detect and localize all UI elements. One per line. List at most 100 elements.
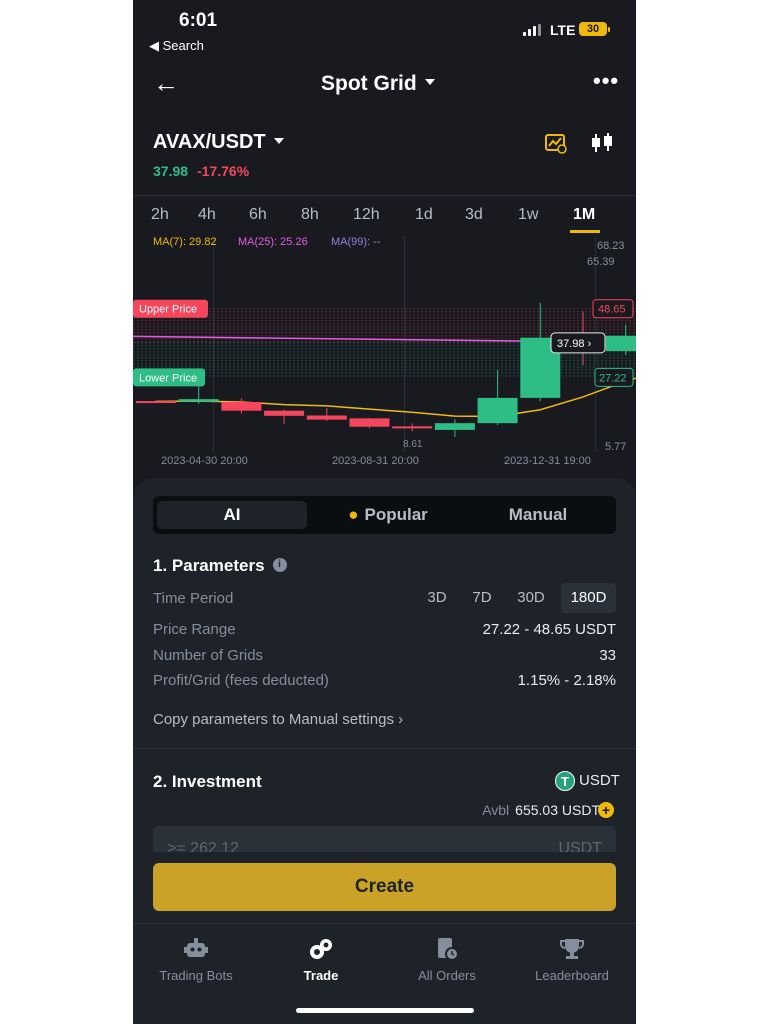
candle-body	[136, 401, 176, 404]
nav-leaderboard[interactable]: Leaderboard	[517, 936, 627, 983]
create-button[interactable]: Create	[153, 863, 616, 911]
x-tick-label: 2023-08-31 20:00	[332, 455, 419, 467]
tab-ai[interactable]: AI	[157, 501, 307, 529]
lower-price-label: Lower Price	[139, 372, 197, 384]
tab-1w[interactable]: 1w	[518, 206, 538, 224]
nav-trading-bots[interactable]: Trading Bots	[141, 936, 251, 983]
axis-high-label: 68.23	[597, 240, 625, 252]
price-change: -17.76%	[197, 163, 250, 179]
candle-body	[221, 402, 262, 411]
tab-8h[interactable]: 8h	[301, 206, 319, 224]
home-indicator	[296, 1008, 474, 1013]
investment-input[interactable]: >= 262.12 USDT	[153, 826, 616, 852]
price-range-value: 27.22 - 48.65 USDT	[482, 621, 616, 638]
low-marker-label: 8.61	[403, 439, 423, 450]
avbl-label: Avbl	[482, 802, 510, 818]
x-tick-label: 2023-04-30 20:00	[161, 455, 248, 467]
tab-12h[interactable]: 12h	[353, 206, 380, 224]
page-title-dropdown[interactable]: Spot Grid	[321, 72, 435, 96]
tether-icon: T	[555, 771, 575, 791]
battery-icon: 30	[579, 22, 607, 36]
last-price: 37.98	[153, 163, 189, 179]
tab-popular[interactable]: ● Popular	[313, 501, 463, 529]
period-30d[interactable]: 30D	[509, 583, 553, 613]
tab-6h[interactable]: 6h	[249, 206, 267, 224]
period-180d[interactable]: 180D	[561, 583, 616, 613]
current-price-value: 37.98 ›	[557, 338, 592, 350]
candle-body	[392, 426, 433, 429]
investment-placeholder: >= 262.12	[167, 840, 240, 852]
back-arrow-icon[interactable]: ←	[153, 68, 179, 99]
tab-manual[interactable]: Manual	[463, 501, 613, 529]
page-title: Spot Grid	[321, 72, 417, 95]
axis-low-label: 5.77	[605, 441, 626, 453]
nav-trade-label: Trade	[303, 968, 339, 983]
tab-popular-label: Popular	[364, 505, 428, 524]
pair-symbol: AVAX/USDT	[153, 131, 266, 153]
more-icon[interactable]: •••	[593, 68, 619, 94]
timeframe-tabs: 2h 4h 6h 8h 12h 1d 3d 1w 1M	[133, 195, 636, 234]
nav-trade[interactable]: Trade	[266, 936, 376, 983]
candle-body	[434, 423, 475, 430]
candlestick-icon[interactable]	[590, 132, 614, 154]
info-icon[interactable]: i	[272, 557, 287, 572]
avbl-value: 655.03 USDT	[515, 802, 600, 818]
candlestick-chart[interactable]: Upper Price Lower Price 48.65 27.22 37.98 › 6…	[133, 236, 636, 476]
grids-label: Number of Grids	[153, 647, 264, 664]
profit-value: 1.15% - 2.18%	[517, 672, 616, 689]
status-time: 6:01	[179, 10, 218, 31]
chart-settings-icon[interactable]	[545, 132, 567, 154]
period-7d[interactable]: 7D	[463, 583, 501, 613]
candle-body	[349, 418, 390, 427]
parameters-title: 1. Parameters i	[153, 556, 287, 576]
available-balance: Avbl 655.03 USDT	[482, 802, 600, 818]
network-type: LTE	[550, 22, 576, 38]
strategy-tabs: AI ● Popular Manual	[153, 496, 616, 534]
investment-currency[interactable]: USDT	[579, 772, 620, 789]
signal-icon	[523, 24, 543, 36]
orders-icon	[438, 938, 459, 961]
trophy-icon	[560, 939, 584, 959]
candle-body	[306, 415, 347, 420]
time-period-label: Time Period	[153, 590, 234, 607]
grids-value: 33	[599, 647, 616, 664]
tab-2h[interactable]: 2h	[151, 206, 169, 224]
robot-icon	[184, 938, 208, 957]
nav-all-orders[interactable]: All Orders	[392, 936, 502, 983]
popular-icon: ●	[348, 505, 359, 524]
investment-title: 2. Investment	[153, 772, 262, 791]
candle-body	[477, 397, 518, 424]
pair-selector[interactable]: AVAX/USDT	[153, 131, 284, 154]
period-3d[interactable]: 3D	[419, 583, 455, 613]
axis-max-label: 65.39	[587, 256, 615, 268]
chevron-down-icon	[424, 79, 435, 86]
upper-price-value: 48.65	[598, 304, 626, 316]
lower-price-value: 27.22	[599, 372, 627, 384]
price-range-label: Price Range	[153, 621, 236, 638]
chevron-down-icon	[273, 137, 284, 144]
candle-body	[605, 335, 636, 352]
ma25-label: MA(25): 25.26	[238, 236, 308, 248]
tab-1d[interactable]: 1d	[415, 206, 433, 224]
nav-trading-bots-label: Trading Bots	[159, 968, 233, 983]
battery-tip	[608, 27, 610, 32]
tab-4h[interactable]: 4h	[198, 206, 216, 224]
nav-all-orders-label: All Orders	[418, 968, 476, 983]
parameters-title-text: 1. Parameters	[153, 556, 265, 575]
copy-params-link[interactable]: Copy parameters to Manual settings ›	[153, 711, 403, 728]
x-tick-label: 2023-12-31 19:00	[504, 455, 591, 467]
back-to-search[interactable]: ◀ Search	[149, 38, 204, 54]
profit-label: Profit/Grid (fees deducted)	[153, 672, 329, 689]
section-divider	[133, 748, 636, 749]
upper-price-label: Upper Price	[139, 304, 197, 316]
candle-body	[264, 410, 305, 416]
add-funds-icon[interactable]: +	[598, 802, 614, 818]
tab-3d[interactable]: 3d	[465, 206, 483, 224]
nav-leaderboard-label: Leaderboard	[535, 968, 609, 983]
tab-1M[interactable]: 1M	[573, 206, 595, 224]
app-screen: 6:01 ◀ Search LTE 30 ← Spot Grid ••• AVA…	[133, 0, 636, 1024]
ma99-label: MA(99): --	[331, 236, 381, 248]
trade-icon	[310, 939, 332, 959]
ma7-label: MA(7): 29.82	[153, 236, 217, 248]
candle-body	[178, 399, 219, 402]
